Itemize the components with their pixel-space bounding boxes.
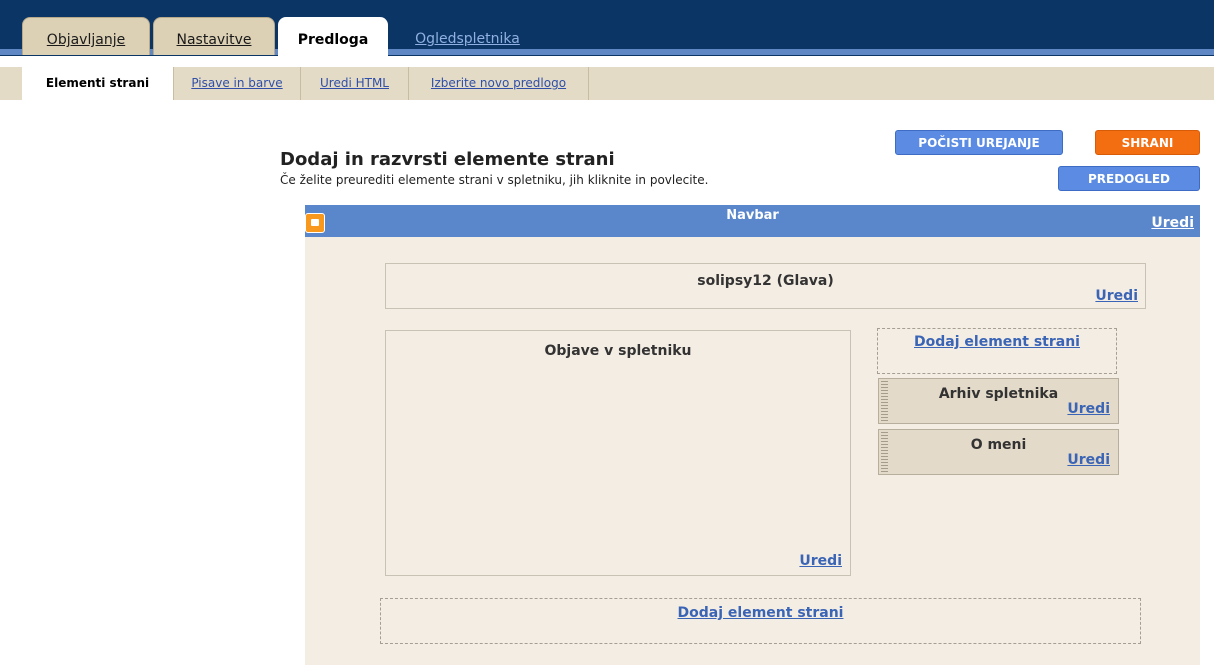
page-title: Dodaj in razvrsti elemente strani xyxy=(280,149,615,170)
footer-add-element[interactable]: Dodaj element strani xyxy=(380,598,1141,644)
clear-edits-button[interactable]: POČISTI UREJANJE xyxy=(895,130,1063,155)
blog-posts-title: Objave v spletniku xyxy=(544,343,692,359)
tab-ogledspletnika[interactable]: Ogledspletnika xyxy=(400,17,535,55)
gadget-arhiv-spletnika[interactable]: Arhiv spletnika Uredi xyxy=(878,378,1119,424)
blog-posts-widget[interactable]: Objave v spletniku Uredi xyxy=(385,330,851,576)
gadget-o-meni[interactable]: O meni Uredi xyxy=(878,429,1119,475)
sidebar-add-element[interactable]: Dodaj element strani xyxy=(877,328,1117,374)
gadget-title: O meni xyxy=(970,437,1027,453)
gadget-edit-link[interactable]: Uredi xyxy=(1067,452,1110,468)
blog-posts-edit-link[interactable]: Uredi xyxy=(799,553,842,569)
footer-add-element-link[interactable]: Dodaj element strani xyxy=(381,605,1140,621)
subtab-izberite-novo-predlogo[interactable]: Izberite novo predlogo xyxy=(409,67,589,100)
subtab-uredi-html[interactable]: Uredi HTML xyxy=(301,67,409,100)
subtab-elementi-strani[interactable]: Elementi strani xyxy=(22,67,174,100)
tab-predloga[interactable]: Predloga xyxy=(278,17,388,61)
gadget-edit-link[interactable]: Uredi xyxy=(1067,401,1110,417)
tab-nastavitve[interactable]: Nastavitve xyxy=(153,17,275,55)
header-edit-link[interactable]: Uredi xyxy=(1095,288,1138,304)
sub-navigation: Elementi strani Pisave in barve Uredi HT… xyxy=(0,56,1214,100)
header-widget[interactable]: solipsy12 (Glava) Uredi xyxy=(385,263,1146,309)
page-description: Če želite preurediti elemente strani v s… xyxy=(280,173,709,187)
top-tab-bar: Objavljanje Nastavitve Predloga Ogledspl… xyxy=(0,0,1214,61)
save-button[interactable]: SHRANI xyxy=(1095,130,1200,155)
tab-objavljanje[interactable]: Objavljanje xyxy=(22,17,150,55)
subtab-pisave-in-barve[interactable]: Pisave in barve xyxy=(174,67,301,100)
sidebar-add-element-link[interactable]: Dodaj element strani xyxy=(878,334,1116,350)
navbar-widget: Navbar Uredi xyxy=(305,205,1200,237)
navbar-edit-link[interactable]: Uredi xyxy=(1151,215,1194,231)
header-widget-title: solipsy12 (Glava) xyxy=(697,273,834,289)
gadget-title: Arhiv spletnika xyxy=(938,386,1059,402)
navbar-title: Navbar xyxy=(726,208,779,223)
layout-editor: Navbar Uredi solipsy12 (Glava) Uredi Obj… xyxy=(305,205,1200,665)
preview-button[interactable]: PREDOGLED xyxy=(1058,166,1200,191)
